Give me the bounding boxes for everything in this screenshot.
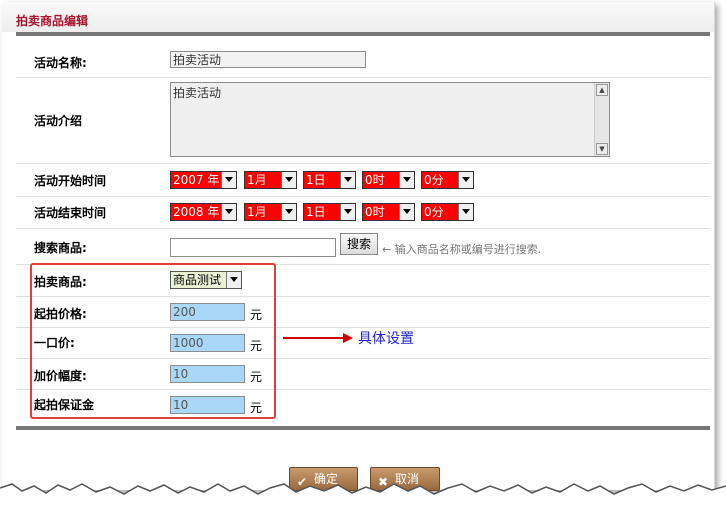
chevron-down-icon (281, 172, 296, 188)
row-end-time: 活动结束时间 2008 年 1月 1日 0时 0分 (16, 197, 710, 229)
start-minute-value: 0分 (424, 173, 444, 187)
activity-intro-textarea[interactable]: 拍卖活动 ▲ ▼ (170, 82, 610, 157)
end-year-value: 2008 年 (173, 205, 220, 219)
start-hour-select[interactable]: 0时 (362, 171, 415, 189)
end-day-value: 1日 (306, 205, 326, 219)
row-activity-intro: 活动介绍 拍卖活动 ▲ ▼ (16, 78, 710, 164)
chevron-down-icon (340, 204, 355, 220)
panel-header: 拍卖商品编辑 (2, 2, 714, 32)
start-time-label: 活动开始时间 (34, 174, 107, 188)
end-hour-select[interactable]: 0时 (362, 203, 415, 221)
activity-name-input[interactable] (170, 51, 366, 68)
start-day-value: 1日 (306, 173, 326, 187)
activity-intro-text: 拍卖活动 (173, 86, 222, 100)
chevron-down-icon (399, 204, 414, 220)
end-hour-value: 0时 (365, 205, 385, 219)
start-minute-select[interactable]: 0分 (421, 171, 474, 189)
search-button[interactable]: 搜索 (340, 233, 378, 255)
row-activity-name: 活动名称: (16, 43, 710, 78)
scroll-up-icon[interactable]: ▲ (596, 84, 608, 96)
page-title: 拍卖商品编辑 (16, 14, 89, 28)
end-day-select[interactable]: 1日 (303, 203, 356, 221)
end-time-label: 活动结束时间 (34, 206, 107, 220)
top-divider (16, 32, 710, 36)
end-minute-value: 0分 (424, 205, 444, 219)
end-month-value: 1月 (247, 205, 267, 219)
chevron-down-icon (458, 204, 473, 220)
search-input[interactable] (170, 238, 336, 257)
row-start-time: 活动开始时间 2007 年 1月 1日 0时 0分 (16, 164, 710, 197)
textarea-scrollbar[interactable]: ▲ ▼ (594, 83, 609, 156)
chevron-down-icon (458, 172, 473, 188)
chevron-down-icon (281, 204, 296, 220)
bottom-divider (16, 426, 710, 430)
start-hour-value: 0时 (365, 173, 385, 187)
scroll-down-icon[interactable]: ▼ (596, 143, 608, 155)
highlight-box (30, 263, 276, 419)
start-month-value: 1月 (247, 173, 267, 187)
chevron-down-icon (221, 204, 236, 220)
chevron-down-icon (399, 172, 414, 188)
annotation-text: 具体设置 (358, 331, 414, 347)
activity-name-label: 活动名称: (34, 56, 87, 70)
annotation-arrow (283, 337, 345, 339)
search-hint: ← 输入商品名称或编号进行搜索. (382, 243, 542, 256)
activity-intro-label: 活动介绍 (34, 114, 83, 128)
arrow-right-icon (343, 333, 353, 343)
end-minute-select[interactable]: 0分 (421, 203, 474, 221)
end-month-select[interactable]: 1月 (244, 203, 297, 221)
start-month-select[interactable]: 1月 (244, 171, 297, 189)
row-search-item: 搜索商品: 搜索 ← 输入商品名称或编号进行搜索. (16, 229, 710, 265)
start-day-select[interactable]: 1日 (303, 171, 356, 189)
start-year-select[interactable]: 2007 年 (170, 171, 237, 189)
start-year-value: 2007 年 (173, 173, 220, 187)
end-year-select[interactable]: 2008 年 (170, 203, 237, 221)
chevron-down-icon (340, 172, 355, 188)
torn-edge (0, 483, 726, 505)
search-item-label: 搜索商品: (34, 241, 87, 255)
chevron-down-icon (221, 172, 236, 188)
